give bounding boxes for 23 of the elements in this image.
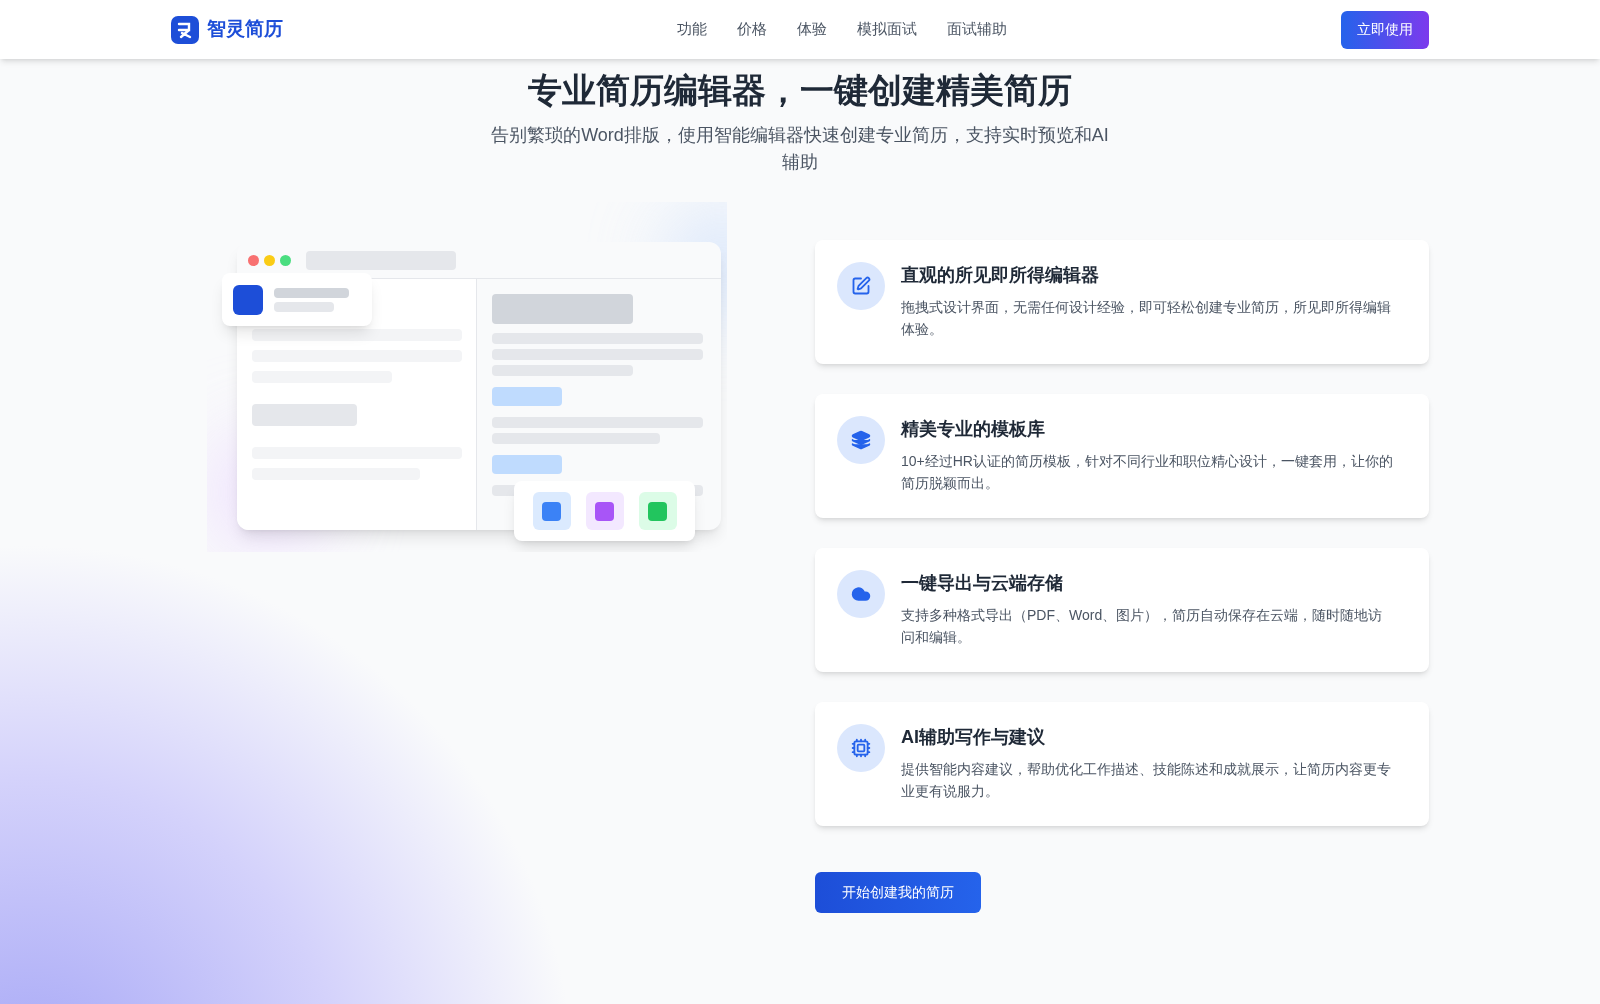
hero-subtitle: 告别繁琐的Word排版，使用智能编辑器快速创建专业简历，支持实时预览和AI辅助: [490, 124, 1110, 174]
feature-description: 拖拽式设计界面，无需任何设计经验，即可轻松创建专业简历，所见即所得编辑体验。: [901, 298, 1392, 339]
hero-title: 专业简历编辑器，一键创建精美简历: [527, 70, 1073, 111]
feature-title: 直观的所见即所得编辑器: [901, 264, 1100, 287]
feature-description: 支持多种格式导出（PDF、Word、图片），简历自动保存在云端，随时随地访问和编辑。: [901, 606, 1384, 647]
feature-title: 精美专业的模板库: [901, 418, 1046, 441]
layers-icon: [851, 430, 871, 450]
start-creating-button[interactable]: 开始创建我的简历: [815, 872, 981, 913]
feature-title: AI辅助写作与建议: [901, 726, 1046, 749]
nav-link[interactable]: 功能: [677, 18, 707, 41]
nav-link[interactable]: 体验: [797, 18, 827, 41]
feature-title: 一键导出与云端存储: [901, 572, 1064, 595]
use-now-button[interactable]: 立即使用: [1341, 10, 1429, 49]
nav-link[interactable]: 模拟面试: [857, 18, 917, 41]
feature-description: 提供智能内容建议，帮助优化工作描述、技能陈述和成就展示，让简历内容更专业更有说服力。: [901, 760, 1392, 801]
feature-description: 10+经过HR认证的简历模板，针对不同行业和职位精心设计，一键套用，让你的简历脱颖而出。: [901, 452, 1393, 493]
logo-icon: [171, 15, 199, 44]
pencil-square-icon: [851, 276, 871, 296]
logo-link[interactable]: 智灵简历: [171, 15, 283, 44]
cloud-icon: [851, 584, 871, 604]
chip-icon: [851, 738, 871, 758]
nav-link[interactable]: 价格: [737, 18, 767, 41]
nav-link[interactable]: 面试辅助: [947, 18, 1007, 41]
